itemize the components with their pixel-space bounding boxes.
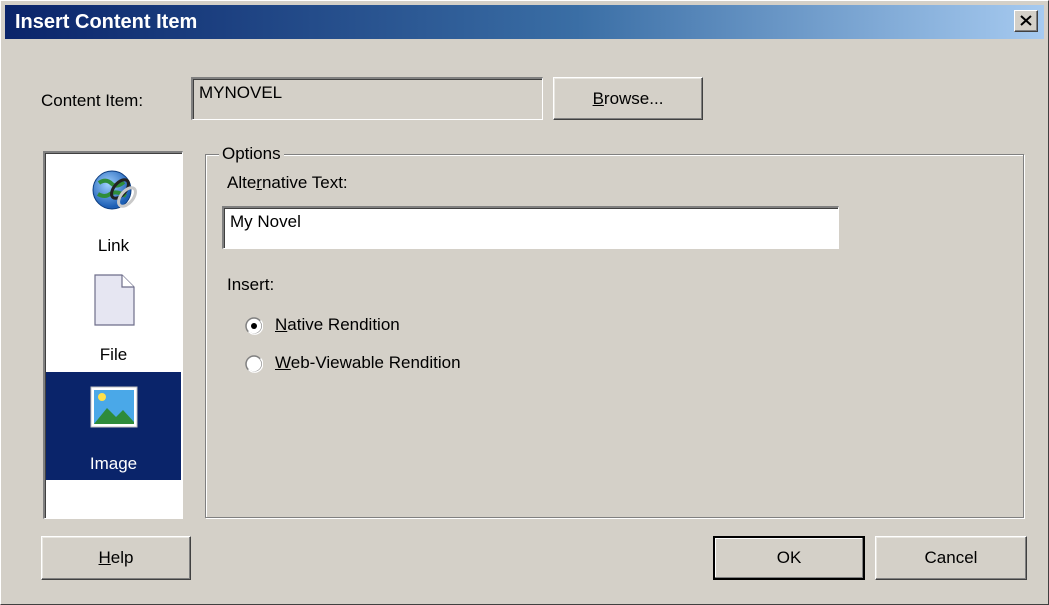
help-button-label: Help <box>98 548 134 567</box>
browse-button[interactable]: Browse... <box>553 77 703 120</box>
insert-label: Insert: <box>227 275 275 294</box>
help-button[interactable]: Help <box>41 536 191 580</box>
ok-button[interactable]: OK <box>713 536 865 580</box>
ok-button-label: OK <box>776 548 802 567</box>
content-type-list: Link File Image <box>43 151 183 519</box>
cancel-button[interactable]: Cancel <box>875 536 1027 580</box>
options-legend: Options <box>219 144 284 164</box>
radio-button-unchecked-icon <box>245 355 263 373</box>
type-item-label: Image <box>89 454 138 473</box>
title-bar[interactable]: Insert Content Item <box>5 5 1044 39</box>
type-item-image[interactable]: Image <box>46 372 181 480</box>
insert-content-item-dialog: Insert Content Item Content Item: MYNOVE… <box>0 0 1049 605</box>
radio-label-web-viewable: Web-Viewable Rendition <box>275 353 461 372</box>
type-item-label: File <box>99 345 128 364</box>
content-item-field[interactable]: MYNOVEL <box>191 77 543 120</box>
type-item-file[interactable]: File <box>46 263 181 371</box>
file-icon <box>94 274 135 326</box>
content-item-label: Content Item: <box>41 91 144 110</box>
alt-text-label: Alternative Text: <box>227 173 348 192</box>
type-item-label: Link <box>97 236 130 255</box>
close-icon <box>1020 15 1032 26</box>
close-button[interactable] <box>1014 10 1038 32</box>
browse-button-label: Browse... <box>592 88 664 108</box>
cancel-button-label: Cancel <box>924 548 978 567</box>
radio-label-native: Native Rendition <box>275 315 400 334</box>
type-item-link[interactable]: Link <box>46 154 181 262</box>
alt-text-input[interactable]: My Novel <box>222 206 839 249</box>
image-icon <box>90 386 138 428</box>
globe-link-icon <box>92 170 137 210</box>
radio-button-checked-icon <box>245 317 263 335</box>
window-title: Insert Content Item <box>15 11 198 33</box>
